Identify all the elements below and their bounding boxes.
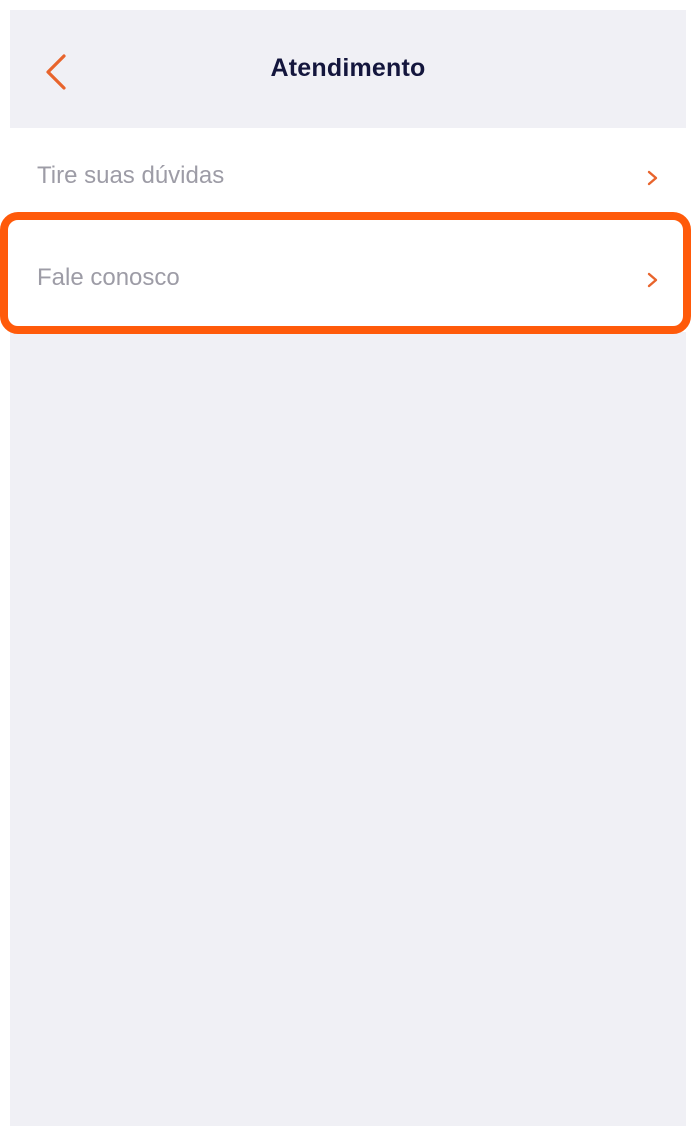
menu-item-label: Fale conosco	[37, 264, 180, 291]
menu-list: Tire suas dúvidas Fale conosco	[10, 128, 686, 332]
menu-item-tire-suas-duvidas[interactable]: Tire suas dúvidas	[10, 128, 686, 230]
chevron-right-icon	[647, 272, 658, 288]
menu-item-fale-conosco[interactable]: Fale conosco	[10, 230, 686, 332]
menu-item-label: Tire suas dúvidas	[37, 162, 225, 189]
chevron-right-icon	[647, 170, 658, 186]
navigation-header: Atendimento	[10, 10, 686, 128]
page-title: Atendimento	[270, 54, 426, 82]
app-screen: Atendimento Tire suas dúvidas Fale conos…	[10, 10, 686, 1126]
